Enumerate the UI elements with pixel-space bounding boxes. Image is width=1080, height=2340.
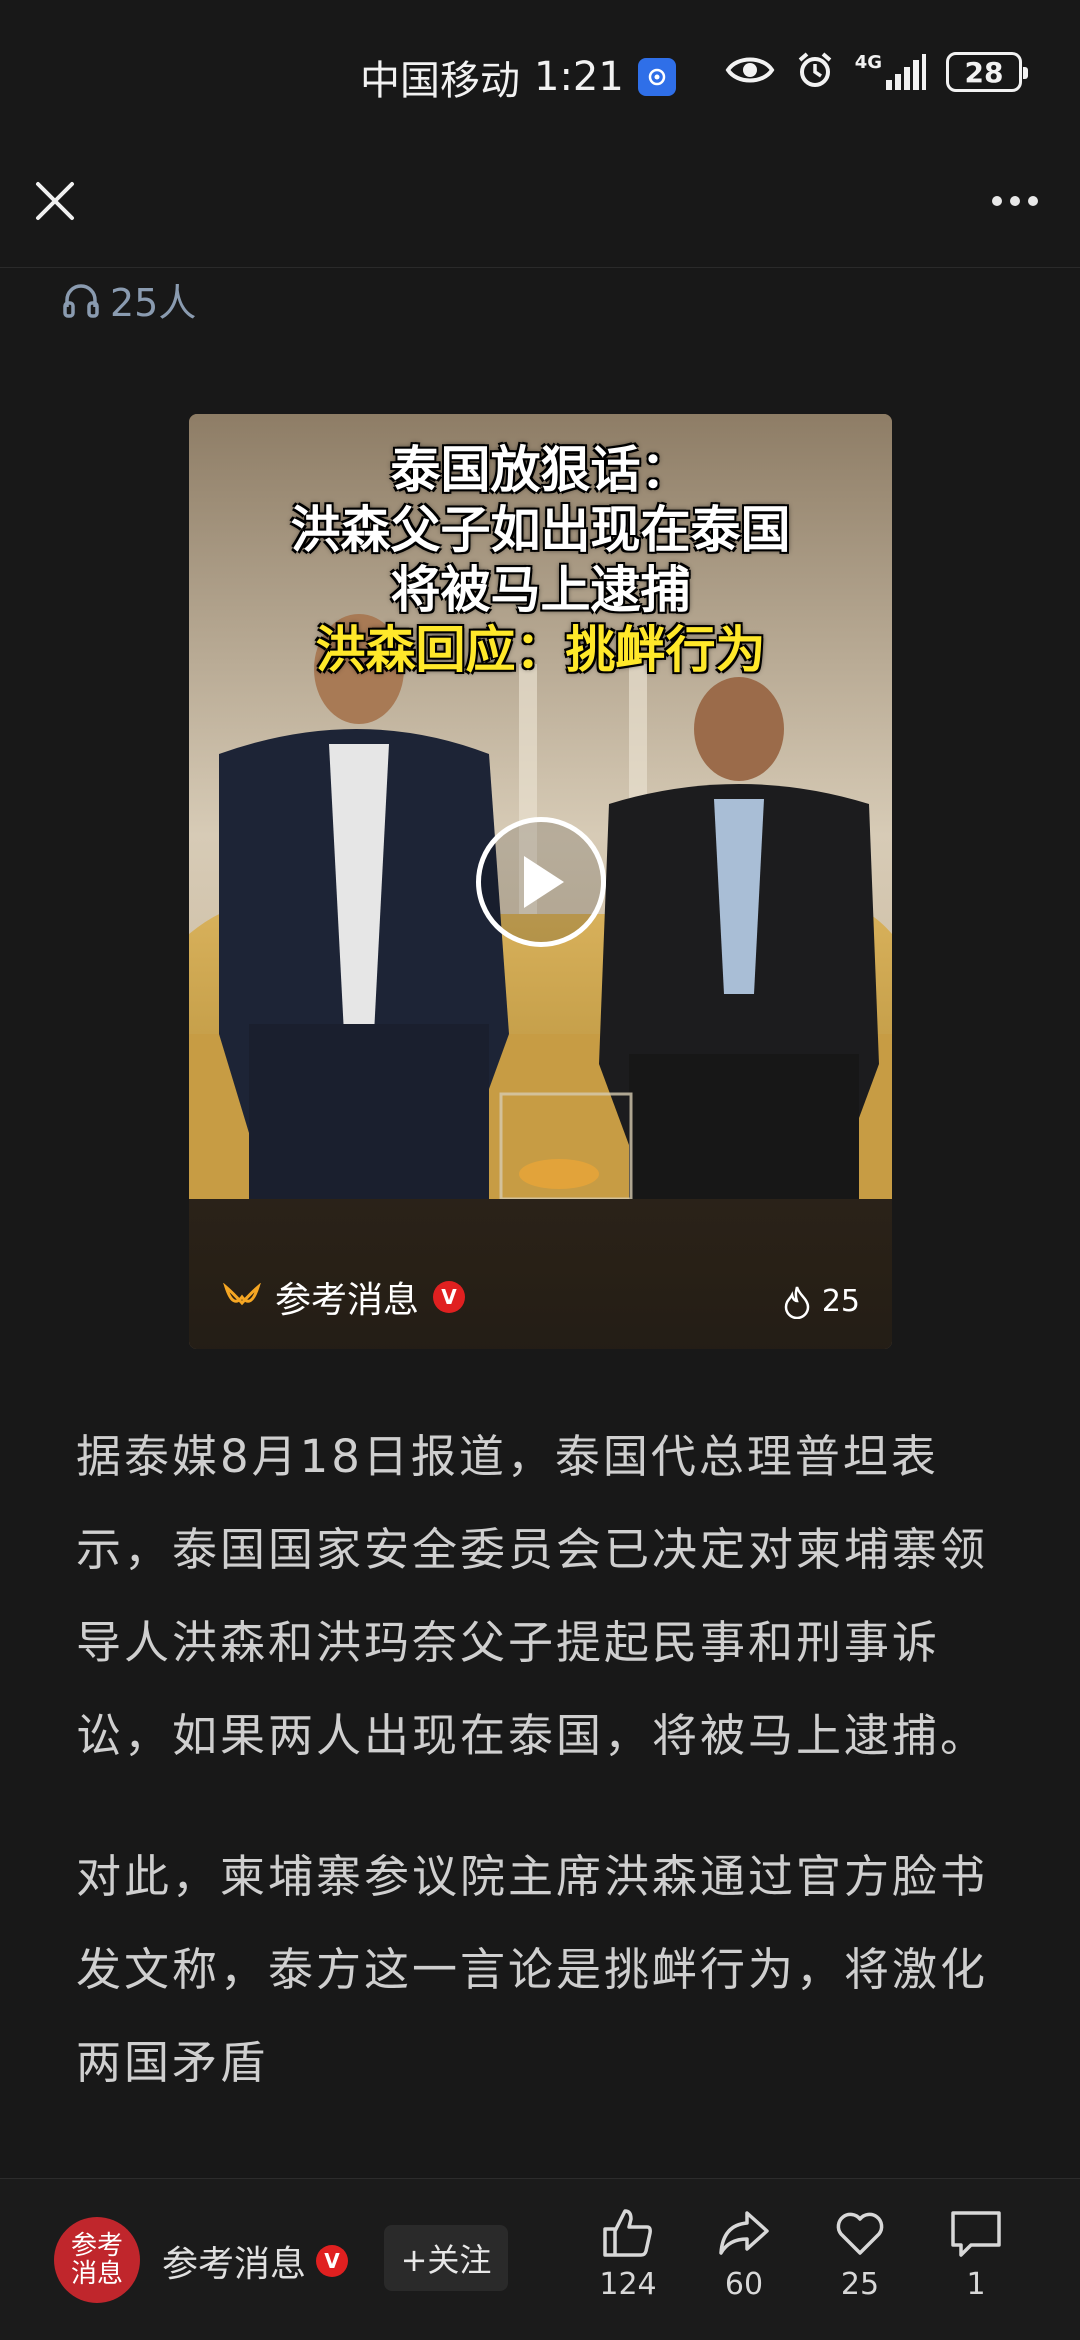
comment-icon	[951, 2211, 1001, 2257]
more-dot-icon	[1028, 196, 1038, 206]
headphones-icon	[63, 283, 99, 318]
carrier-label: 中国移动	[360, 58, 520, 104]
article-paragraph: 对此，柬埔寨参议院主席洪森通过官方脸书发文称，泰方这一言论是挑衅行为，将激化两国…	[76, 1850, 989, 2089]
video-source[interactable]: 参考消息 V	[223, 1271, 466, 1323]
more-dot-icon	[992, 196, 1002, 206]
flame-icon	[784, 1286, 810, 1319]
author-avatar[interactable]: 参考消息	[54, 2217, 140, 2303]
heart-icon	[836, 2212, 884, 2255]
article-body: 据泰媒8月18日报道，泰国代总理普坦表示，泰国国家安全委员会已决定对柬埔寨领导人…	[76, 1410, 1016, 2157]
video-footer: 参考消息 V 25	[189, 1199, 892, 1349]
eye-icon	[725, 53, 775, 91]
source-logo-icon	[223, 1283, 261, 1306]
listener-count-label: 25人	[110, 281, 197, 325]
signal-icon: 4G	[855, 54, 926, 90]
close-button[interactable]	[28, 174, 82, 228]
author-info[interactable]: 参考消息 V	[162, 2235, 349, 2287]
more-dot-icon	[1010, 196, 1020, 206]
article-paragraph: 据泰媒8月18日报道，泰国代总理普坦表示，泰国国家安全委员会已决定对柬埔寨领导人…	[76, 1430, 989, 1762]
play-icon	[524, 856, 564, 908]
bottom-action-bar: 参考消息 参考消息 V +关注 124 60 25 1	[0, 2178, 1080, 2340]
verified-badge: V	[316, 2245, 349, 2277]
close-icon	[36, 182, 74, 220]
video-title-line: 泰国放狠话：	[390, 441, 691, 499]
author-name: 参考消息	[162, 2244, 307, 2285]
status-bar: 中国移动 1:21 4G 28	[0, 0, 1080, 150]
video-heat-count: 25	[821, 1284, 860, 1319]
more-options-button[interactable]	[980, 174, 1050, 228]
video-title-overlay: 泰国放狠话： 洪森父子如出现在泰国 将被马上逮捕 洪森回应：挑衅行为	[189, 440, 892, 680]
share-icon	[719, 2211, 769, 2255]
favorite-count: 25	[840, 2267, 880, 2302]
like-count: 124	[599, 2267, 657, 2302]
play-button[interactable]	[476, 817, 606, 947]
video-title-line: 洪森父子如出现在泰国	[290, 501, 791, 559]
follow-button[interactable]: +关注	[384, 2225, 508, 2291]
listener-count[interactable]: 25人	[62, 272, 196, 327]
top-nav-bar	[0, 150, 1080, 268]
video-title-line: 将被马上逮捕	[390, 561, 691, 619]
alarm-icon	[795, 50, 835, 94]
verified-badge: V	[433, 1281, 466, 1313]
video-heat: 25	[782, 1284, 860, 1319]
share-count: 60	[724, 2267, 764, 2302]
avatar-text: 参考消息	[70, 2231, 123, 2289]
comment-button[interactable]: 1	[926, 2207, 1026, 2302]
like-button[interactable]: 124	[578, 2207, 678, 2302]
video-player[interactable]: 泰国放狠话： 洪森父子如出现在泰国 将被马上逮捕 洪森回应：挑衅行为 参考消息 …	[189, 414, 892, 1349]
favorite-button[interactable]: 25	[810, 2207, 910, 2302]
network-type: 4G	[854, 52, 882, 73]
clock: 1:21	[534, 54, 624, 100]
status-icons: 4G 28	[725, 50, 1028, 94]
comment-count: 1	[966, 2267, 986, 2302]
video-source-name: 参考消息	[275, 1280, 420, 1321]
thumbs-up-icon	[603, 2209, 652, 2257]
battery-indicator: 28	[946, 52, 1028, 92]
video-title-highlight: 洪森回应：挑衅行为	[315, 621, 766, 679]
app-notification-icon	[637, 58, 676, 96]
share-button[interactable]: 60	[694, 2207, 794, 2302]
status-center: 中国移动 1:21	[360, 48, 676, 106]
